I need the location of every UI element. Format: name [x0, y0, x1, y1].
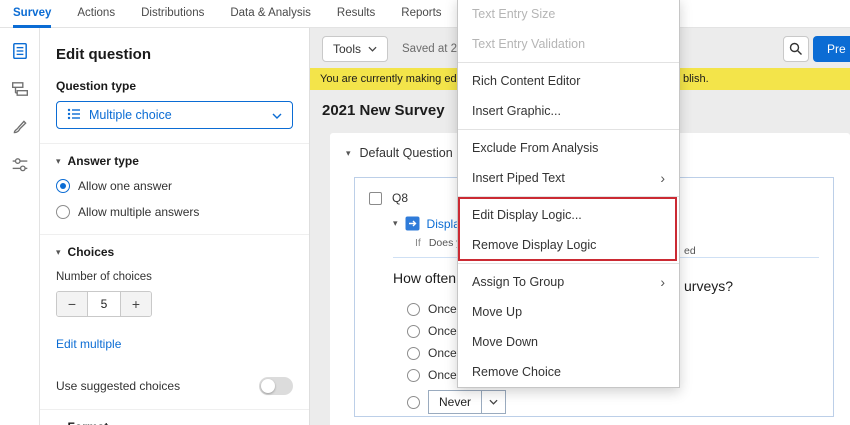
menu-item-insert-graphic[interactable]: Insert Graphic... [458, 96, 679, 126]
menu-item-rich-content-editor[interactable]: Rich Content Editor [458, 66, 679, 96]
survey-builder-icon[interactable] [11, 42, 29, 60]
answer-type-section: ▾ Answer type Allow one answer Allow mul… [40, 143, 309, 220]
chevron-down-icon [368, 46, 377, 52]
tab-reports[interactable]: Reports [401, 0, 441, 28]
menu-item-label: Assign To Group [472, 275, 564, 289]
menu-divider [458, 263, 679, 264]
question-checkbox[interactable] [369, 192, 382, 205]
question-type-select[interactable]: Multiple choice [56, 101, 293, 129]
menu-item-move-up[interactable]: Move Up [458, 297, 679, 327]
radio-icon [407, 347, 420, 360]
survey-flow-icon[interactable] [11, 80, 29, 98]
question-id: Q8 [392, 191, 408, 205]
radio-icon [407, 303, 420, 316]
left-icon-rail [0, 28, 40, 425]
choices-section: ▾ Choices Number of choices − 5 + Edit m… [40, 234, 309, 395]
panel-title: Edit question [56, 46, 293, 63]
option-label: Allow multiple answers [78, 205, 199, 219]
question-text-fragment: urveys? [684, 278, 733, 294]
menu-item-exclude-from-analysis[interactable]: Exclude From Analysis [458, 133, 679, 163]
choice-dropdown-value: Never [429, 395, 481, 409]
menu-item-assign-to-group[interactable]: › Assign To Group [458, 267, 679, 297]
chevron-down-icon[interactable] [481, 391, 505, 413]
context-menu: Text Entry Size Text Entry Validation Ri… [457, 0, 680, 388]
format-header[interactable]: ▾ Format [56, 420, 293, 425]
question-type-value: Multiple choice [89, 108, 172, 122]
top-nav: Survey Actions Distributions Data & Anal… [0, 0, 850, 28]
menu-item-insert-piped-text[interactable]: › Insert Piped Text [458, 163, 679, 193]
tab-data-analysis[interactable]: Data & Analysis [230, 0, 311, 28]
radio-icon [407, 396, 420, 409]
edit-question-panel: Edit question Question type Multiple cho… [40, 28, 310, 425]
block-label: Default Question B [360, 146, 465, 160]
radio-icon[interactable] [56, 205, 70, 219]
look-and-feel-icon[interactable] [11, 118, 29, 136]
menu-divider [458, 196, 679, 197]
tab-distributions[interactable]: Distributions [141, 0, 204, 28]
preview-button[interactable]: Pre [813, 36, 850, 62]
disclosure-triangle-icon: ▾ [56, 422, 61, 425]
format-section: ▾ Format [40, 409, 309, 425]
tools-button[interactable]: Tools [322, 36, 388, 62]
disclosure-triangle-icon: ▾ [56, 247, 61, 258]
menu-item-edit-display-logic[interactable]: Edit Display Logic... [458, 200, 679, 230]
menu-item-move-down[interactable]: Move Down [458, 327, 679, 357]
option-label: Allow one answer [78, 179, 172, 193]
tab-results[interactable]: Results [337, 0, 375, 28]
choice-row: Never [407, 390, 819, 414]
multiple-choice-icon [67, 107, 81, 124]
search-icon [789, 42, 803, 56]
radio-icon [407, 369, 420, 382]
search-button[interactable] [783, 36, 809, 62]
disclosure-triangle-icon: ▾ [56, 156, 61, 167]
question-type-label: Question type [56, 79, 293, 93]
choices-label: Choices [68, 245, 115, 259]
qualtrics-survey-editor: Survey Actions Distributions Data & Anal… [0, 0, 850, 425]
tab-actions[interactable]: Actions [77, 0, 115, 28]
number-of-choices-label: Number of choices [56, 271, 293, 283]
tab-survey[interactable]: Survey [13, 0, 51, 28]
answer-type-header[interactable]: ▾ Answer type [56, 154, 293, 168]
menu-item-text-entry-size: Text Entry Size [458, 0, 679, 29]
menu-item-remove-display-logic[interactable]: Remove Display Logic [458, 230, 679, 260]
disclosure-triangle-icon: ▾ [393, 218, 398, 229]
menu-divider [458, 129, 679, 130]
banner-text-fragment: blish. [683, 68, 709, 90]
tools-label: Tools [333, 42, 361, 56]
radio-icon [407, 325, 420, 338]
menu-divider [458, 62, 679, 63]
answer-type-label: Answer type [68, 154, 139, 168]
allow-one-answer-option[interactable]: Allow one answer [56, 178, 293, 194]
menu-item-text-entry-validation: Text Entry Validation [458, 29, 679, 59]
allow-multiple-answers-option[interactable]: Allow multiple answers [56, 204, 293, 220]
suggested-choices-toggle[interactable] [259, 377, 293, 395]
choices-header[interactable]: ▾ Choices [56, 245, 293, 259]
format-label: Format [68, 420, 109, 425]
suggested-choices-row: Use suggested choices [56, 377, 293, 395]
submenu-arrow-icon: › [660, 267, 665, 297]
submenu-arrow-icon: › [660, 163, 665, 193]
display-logic-icon [405, 216, 420, 231]
decrement-button[interactable]: − [57, 292, 87, 316]
increment-button[interactable]: + [121, 292, 151, 316]
choice-dropdown[interactable]: Never [428, 390, 506, 414]
edit-multiple-link[interactable]: Edit multiple [56, 337, 121, 351]
disclosure-triangle-icon: ▾ [346, 148, 351, 159]
use-suggested-choices-label: Use suggested choices [56, 379, 180, 393]
menu-item-label: Insert Piped Text [472, 171, 565, 185]
condition-if: If [415, 237, 421, 249]
survey-options-icon[interactable] [11, 156, 29, 174]
radio-selected-icon[interactable] [56, 179, 70, 193]
chevron-down-icon [272, 108, 282, 122]
choice-count-stepper: − 5 + [56, 291, 152, 317]
menu-item-remove-choice[interactable]: Remove Choice [458, 357, 679, 387]
choice-count-value: 5 [87, 292, 121, 316]
condition-text-fragment: ed [684, 245, 696, 257]
